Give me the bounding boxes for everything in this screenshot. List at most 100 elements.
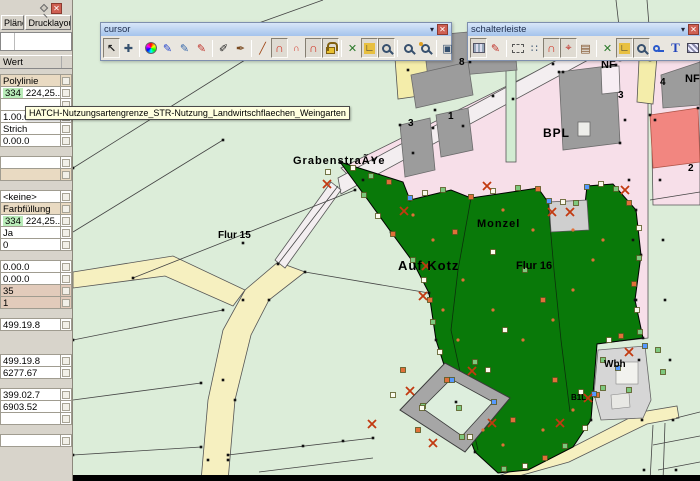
row-checkbox[interactable]: [62, 415, 70, 423]
property-row[interactable]: [0, 156, 72, 169]
hatch-button[interactable]: [684, 38, 700, 58]
redline-pen-button[interactable]: ✎: [487, 38, 504, 58]
row-checkbox[interactable]: [62, 391, 70, 399]
row-checkbox[interactable]: [62, 125, 70, 133]
map-viewport[interactable]: GrabenstraÃYeFlur 15Auf KotzMonzelFlur 1…: [73, 0, 700, 481]
magnet-button[interactable]: ∩: [543, 38, 560, 58]
property-row[interactable]: 0: [0, 238, 72, 251]
property-row[interactable]: 499.19.8: [0, 354, 72, 367]
snap-marker: [453, 230, 458, 235]
toolbar-titlebar[interactable]: cursor▾✕: [101, 23, 451, 36]
map-label-parcel-3a: 3: [618, 91, 624, 101]
ruler-lock-button[interactable]: ∟: [616, 38, 633, 58]
property-row[interactable]: 0.00.0: [0, 260, 72, 273]
property-row[interactable]: [0, 168, 72, 181]
row-checkbox[interactable]: [62, 437, 70, 445]
snap-target-button[interactable]: ⌖: [560, 38, 577, 58]
brush-button[interactable]: ✒: [232, 38, 249, 58]
checkbox-cell: [60, 215, 71, 226]
row-checkbox[interactable]: [62, 403, 70, 411]
ruler-lock-button[interactable]: ∟: [361, 38, 378, 58]
screen-fit-button[interactable]: ▣: [439, 38, 456, 58]
row-checkbox[interactable]: [62, 241, 70, 249]
pipette-button[interactable]: ✐: [215, 38, 232, 58]
row-checkbox[interactable]: [62, 159, 70, 167]
row-checkbox[interactable]: [62, 299, 70, 307]
row-checkbox[interactable]: [62, 357, 70, 365]
property-row[interactable]: 334224,25..: [0, 86, 72, 99]
draw-redline-button[interactable]: ✎: [193, 38, 210, 58]
chevron-down-icon[interactable]: ▾: [681, 25, 685, 34]
property-row[interactable]: 35: [0, 284, 72, 297]
row-checkbox[interactable]: [62, 89, 70, 97]
tab-plaene[interactable]: Pläne: [1, 15, 24, 30]
zoom-in-button[interactable]: [400, 38, 417, 58]
row-checkbox[interactable]: [62, 275, 70, 283]
chevron-down-icon[interactable]: ▾: [430, 25, 434, 34]
property-row[interactable]: [0, 412, 72, 425]
property-row[interactable]: 0.00.0: [0, 272, 72, 285]
row-checkbox[interactable]: [62, 369, 70, 377]
snap-cross-button[interactable]: ✕: [344, 38, 361, 58]
magnet-point-button[interactable]: ∩: [288, 38, 305, 58]
draw-polyline-button[interactable]: ✎: [176, 38, 193, 58]
row-checkbox[interactable]: [62, 77, 70, 85]
panel-filter-row[interactable]: [0, 32, 72, 51]
toolbar-separator: [436, 40, 437, 57]
row-checkbox[interactable]: [62, 263, 70, 271]
magnet-icon: ∩: [275, 41, 284, 55]
text-button[interactable]: T: [667, 38, 684, 58]
row-checkbox[interactable]: [62, 193, 70, 201]
property-row[interactable]: 6903.52: [0, 400, 72, 413]
color-wheel-button[interactable]: [142, 38, 159, 58]
speck-dot: [501, 208, 504, 211]
lock-button[interactable]: [322, 38, 339, 58]
snap-marker: [637, 256, 642, 261]
property-row[interactable]: [0, 434, 72, 447]
snap-cross-button[interactable]: ✕: [599, 38, 616, 58]
row-checkbox[interactable]: [62, 229, 70, 237]
row-checkbox[interactable]: [62, 287, 70, 295]
checkbox-cell: [60, 169, 71, 180]
property-row[interactable]: 399.02.7: [0, 388, 72, 401]
property-row[interactable]: 334224,25..: [0, 214, 72, 227]
redline-pen-icon: ✎: [491, 42, 500, 55]
property-row[interactable]: <keine>: [0, 190, 72, 203]
toolbar-titlebar[interactable]: schalterleiste▾✕: [468, 23, 700, 36]
draw-line-button[interactable]: ✎: [159, 38, 176, 58]
tab-drucklayouts[interactable]: Drucklayouts: [25, 15, 71, 30]
close-icon[interactable]: ✕: [51, 3, 62, 14]
row-checkbox[interactable]: [62, 205, 70, 213]
point-grid-button[interactable]: ∷: [526, 38, 543, 58]
row-checkbox[interactable]: [62, 217, 70, 225]
row-checkbox[interactable]: [62, 321, 70, 329]
row-checkbox[interactable]: [62, 171, 70, 179]
pin-icon[interactable]: [40, 4, 48, 12]
raster-image-button[interactable]: [470, 38, 487, 58]
property-row[interactable]: Ja: [0, 226, 72, 239]
snap-marker: [627, 388, 632, 393]
zoom-all-button[interactable]: [417, 38, 434, 58]
close-icon[interactable]: ✕: [437, 24, 448, 35]
row-checkbox[interactable]: [62, 137, 70, 145]
key-button[interactable]: [650, 38, 667, 58]
property-row[interactable]: 499.19.8: [0, 318, 72, 331]
magnet-button[interactable]: ∩: [271, 38, 288, 58]
snap-marker: [492, 400, 497, 405]
clipboard-button[interactable]: ▤: [577, 38, 594, 58]
text-icon: T: [671, 40, 680, 56]
magnet-frame-button[interactable]: ∩: [305, 38, 322, 58]
pan-move-button[interactable]: ✚: [120, 38, 137, 58]
property-row[interactable]: Farbfüllung: [0, 202, 72, 215]
property-row[interactable]: 0.00.0: [0, 134, 72, 147]
selection-frame-button[interactable]: [509, 38, 526, 58]
property-row[interactable]: 6277.67: [0, 366, 72, 379]
property-row[interactable]: 1: [0, 296, 72, 309]
close-icon[interactable]: ✕: [688, 24, 699, 35]
measure-line-button[interactable]: ╱: [254, 38, 271, 58]
zoom-region-button[interactable]: [378, 38, 395, 58]
zoom-region-button[interactable]: [633, 38, 650, 58]
select-cursor-button[interactable]: ↖: [103, 38, 120, 58]
property-row[interactable]: Strich: [0, 122, 72, 135]
property-row[interactable]: Polylinie: [0, 74, 72, 87]
